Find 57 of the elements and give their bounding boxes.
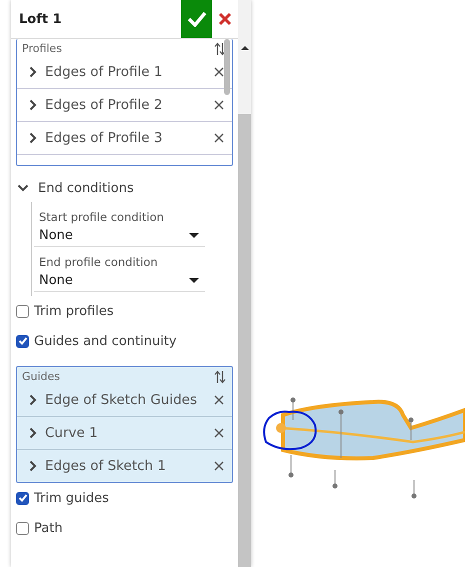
caret-icon[interactable] bbox=[189, 278, 199, 282]
remove-icon[interactable] bbox=[214, 461, 224, 471]
selection-item[interactable]: Edges of Profile 3 bbox=[17, 122, 232, 155]
section-toggle[interactable]: End conditions bbox=[16, 174, 233, 202]
selection-item[interactable]: Edges of Sketch 1 bbox=[17, 450, 232, 482]
checkbox-label: Path bbox=[34, 520, 63, 536]
caret-icon[interactable] bbox=[189, 232, 199, 238]
checkbox[interactable] bbox=[16, 304, 29, 318]
scrollbar[interactable] bbox=[238, 0, 251, 567]
checkbox-label: Guides and continuity bbox=[34, 334, 177, 348]
selection-label: Guides bbox=[22, 370, 60, 383]
remove-icon[interactable] bbox=[214, 100, 224, 110]
scroll-up-icon[interactable] bbox=[240, 45, 248, 51]
selection-item-label: Edges of Profile 2 bbox=[45, 97, 164, 113]
chevron-right-icon[interactable] bbox=[29, 460, 37, 472]
close-icon bbox=[218, 12, 232, 26]
checkbox[interactable] bbox=[16, 522, 29, 534]
chevron-right-icon[interactable] bbox=[29, 66, 37, 78]
sort-icon[interactable] bbox=[214, 370, 226, 384]
list-scrollbar-thumb[interactable] bbox=[224, 39, 230, 95]
selection-item-label: Edges of Sketch 1 bbox=[45, 458, 167, 474]
remove-icon[interactable] bbox=[214, 395, 224, 405]
selection-item-label: Edges of Profile 1 bbox=[45, 64, 164, 80]
sort-icon[interactable] bbox=[214, 42, 226, 56]
chevron-right-icon[interactable] bbox=[29, 99, 37, 111]
dropdown-value: None bbox=[39, 228, 73, 242]
selection-item-label: Curve 1 bbox=[45, 425, 99, 441]
selection-item[interactable]: Edge of Sketch Guides bbox=[17, 384, 232, 417]
chevron-down-icon[interactable] bbox=[17, 184, 29, 192]
profiles-selection-box[interactable]: Profiles Edges of Profile 1 Edges of Profile 2 Edges of Profile 3 bbox=[16, 39, 233, 166]
check-icon bbox=[186, 11, 206, 27]
chevron-right-icon[interactable] bbox=[29, 427, 37, 439]
checkbox-label: Trim guides bbox=[34, 490, 109, 506]
chevron-right-icon[interactable] bbox=[29, 394, 37, 406]
remove-icon[interactable] bbox=[214, 428, 224, 438]
selection-label: Profiles bbox=[22, 42, 62, 55]
field-label: End profile condition bbox=[38, 254, 159, 269]
field-label: Start profile condition bbox=[38, 209, 165, 224]
chevron-right-icon[interactable] bbox=[29, 132, 37, 144]
remove-icon[interactable] bbox=[214, 67, 224, 77]
dropdown-value: None bbox=[39, 272, 73, 288]
selection-item[interactable]: Edges of Profile 1 bbox=[17, 56, 232, 89]
checkbox[interactable] bbox=[16, 334, 29, 348]
scrollbar-thumb[interactable] bbox=[238, 114, 251, 567]
accept-button[interactable] bbox=[181, 0, 212, 38]
checkbox[interactable] bbox=[16, 492, 29, 504]
selection-item-label: Edges of Profile 3 bbox=[45, 130, 164, 146]
dropdown[interactable]: None bbox=[34, 269, 205, 292]
section-label: End conditions bbox=[38, 180, 134, 196]
panel-title: Loft 1 bbox=[18, 12, 63, 26]
guides-selection-box[interactable]: Guides Edge of Sketch Guides Curve 1 Edges of Sketch 1 bbox=[16, 366, 233, 483]
dropdown[interactable]: None bbox=[34, 224, 205, 247]
remove-icon[interactable] bbox=[214, 133, 224, 143]
checkbox-label: Trim profiles bbox=[34, 304, 114, 318]
selection-item-label: Edge of Sketch Guides bbox=[45, 392, 198, 408]
selection-item[interactable]: Curve 1 bbox=[17, 417, 232, 450]
selection-item[interactable]: Edges of Profile 2 bbox=[17, 89, 232, 122]
